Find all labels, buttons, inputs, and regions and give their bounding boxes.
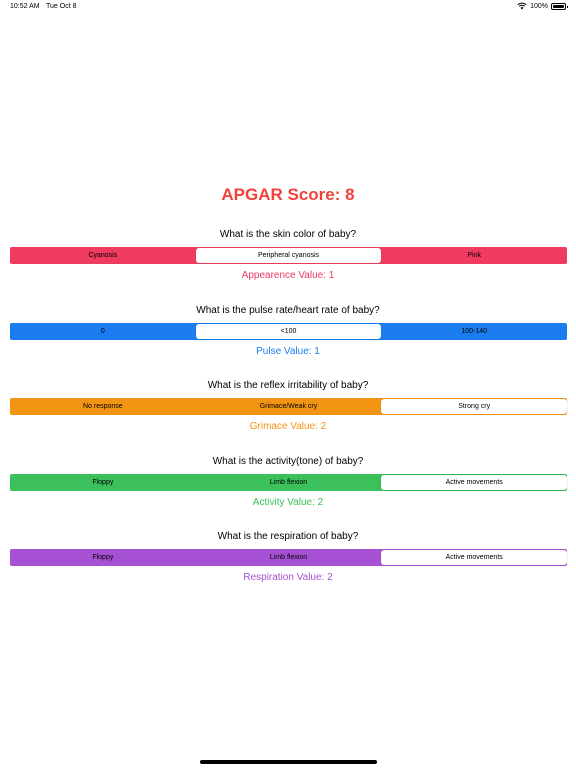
segment-option[interactable]: 100-140 (381, 323, 567, 340)
question-section-pulse-rate: What is the pulse rate/heart rate of bab… (0, 304, 576, 358)
segmented-control-reflex-irritability: No response Grimace/Weak cry Strong cry (10, 398, 568, 415)
segment-option[interactable]: <100 (195, 324, 382, 339)
question-section-reflex-irritability: What is the reflex irritability of baby?… (0, 379, 576, 433)
wifi-icon (517, 2, 527, 10)
segmented-control-skin-color: Cyanosis Peripheral cyanosis Pink (10, 247, 567, 264)
question-section-respiration: What is the respiration of baby? Floppy Li… (0, 530, 576, 584)
segment-option[interactable]: Pink (381, 247, 567, 264)
battery-fill (553, 4, 564, 8)
question-label: What is the respiration of baby? (217, 531, 359, 542)
status-time: 10:52 AM (10, 3, 40, 10)
question-section-skin-color: What is the skin color of baby? Cyanosis P… (0, 228, 576, 282)
question-label: What is the pulse rate/heart rate of bab… (196, 305, 380, 316)
apgar-score-title: APGAR Score: 8 (221, 185, 355, 204)
status-date: Tue Oct 8 (46, 3, 77, 10)
status-right: 100% (517, 2, 568, 10)
segment-option[interactable]: No response (10, 398, 196, 415)
segment-option[interactable]: Limb flexion (196, 549, 382, 566)
segment-option[interactable]: Grimace/Weak cry (196, 398, 382, 415)
segmented-control-pulse-rate: 0 <100 100-140 (10, 323, 567, 340)
battery-icon (551, 2, 568, 10)
question-section-activity-tone: What is the activity(tone) of baby? Flopp… (0, 455, 576, 509)
segment-option[interactable]: Active movements (381, 475, 568, 490)
segment-option[interactable]: Peripheral cyanosis (195, 248, 382, 263)
segment-option[interactable]: 0 (10, 323, 196, 340)
segmented-control-respiration: Floppy Limb flexion Active movements (10, 549, 568, 566)
segment-option[interactable]: Limb flexion (196, 474, 382, 491)
value-label: Pulse Value: 1 (256, 346, 320, 357)
value-label: Respiration Value: 2 (243, 572, 333, 583)
apgar-screen: 10:52 AM Tue Oct 8 100% APGAR Score: 8 W… (0, 0, 576, 768)
segment-option[interactable]: Cyanosis (10, 247, 196, 264)
segmented-control-activity-tone: Floppy Limb flexion Active movements (10, 474, 568, 491)
status-bar: 10:52 AM Tue Oct 8 100% (0, 0, 576, 14)
value-label: Activity Value: 2 (252, 497, 324, 508)
question-label: What is the activity(tone) of baby? (212, 456, 364, 467)
segment-option[interactable]: Floppy (10, 474, 196, 491)
segment-option[interactable]: Floppy (10, 549, 196, 566)
segment-option[interactable]: Strong cry (381, 399, 568, 414)
value-label: Appearence Value: 1 (241, 270, 335, 281)
segment-option[interactable]: Active movements (381, 550, 568, 565)
question-label: What is the reflex irritability of baby? (207, 380, 369, 391)
battery-percentage: 100% (530, 2, 548, 10)
question-label: What is the skin color of baby? (219, 229, 357, 240)
value-label: Grimace Value: 2 (249, 421, 327, 432)
home-indicator[interactable] (200, 760, 377, 764)
